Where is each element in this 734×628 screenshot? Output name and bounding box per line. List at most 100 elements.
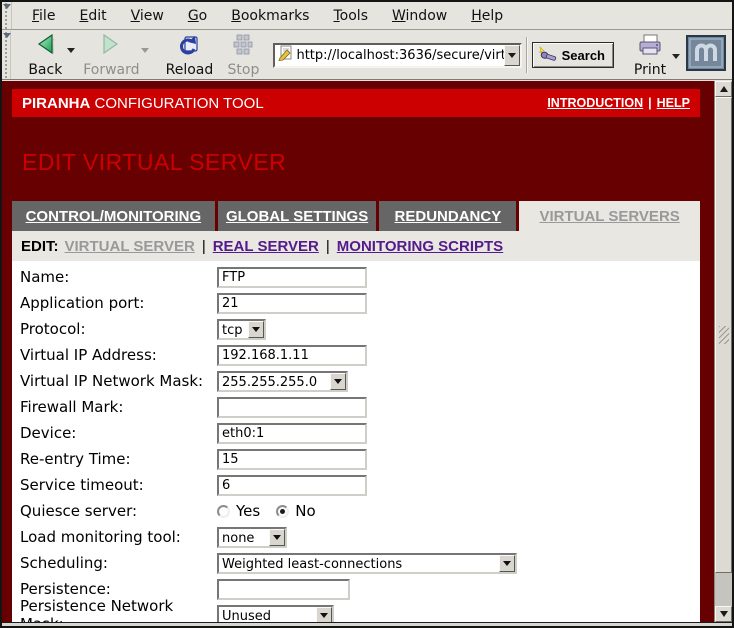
menu-bar: File Edit View Go Bookmarks Tools Window… (2, 2, 732, 30)
protocol-label: Protocol: (20, 320, 217, 338)
toolbar-grippy[interactable] (2, 31, 11, 79)
reentry-time-label: Re-entry Time: (20, 450, 217, 468)
quiesce-no-label: No (295, 502, 315, 520)
persistence-label: Persistence: (20, 580, 217, 598)
piranha-page: PIRANHA CONFIGURATION TOOL INTRODUCTION |… (2, 81, 714, 622)
page-title: EDIT VIRTUAL SERVER (22, 149, 700, 176)
subnav-real-server[interactable]: REAL SERVER (213, 238, 319, 255)
form-row: Scheduling: Weighted least-connections (20, 550, 700, 576)
form-row: Load monitoring tool: none (20, 524, 700, 550)
window-bottom-frame (2, 622, 732, 626)
url-bar (273, 43, 521, 68)
menu-help[interactable]: Help (459, 4, 515, 28)
persistence-mask-select[interactable]: Unused (217, 605, 334, 623)
device-label: Device: (20, 424, 217, 442)
print-button[interactable]: Print (628, 31, 672, 79)
scheduling-label: Scheduling: (20, 554, 217, 572)
protocol-select[interactable]: tcp (217, 319, 266, 340)
mozilla-logo[interactable] (686, 35, 726, 75)
quiesce-yes-label: Yes (236, 502, 260, 520)
forward-label: Forward (83, 62, 139, 78)
virtual-ip-mask-label: Virtual IP Network Mask: (20, 372, 217, 390)
scroll-down-icon[interactable] (715, 606, 732, 622)
reload-button[interactable]: Reload (163, 31, 215, 79)
menu-view[interactable]: View (119, 4, 176, 28)
flashlight-icon (538, 45, 558, 66)
scheduling-select[interactable]: Weighted least-connections (217, 553, 517, 574)
menu-window[interactable]: Window (380, 4, 459, 28)
menu-edit[interactable]: Edit (67, 4, 118, 28)
form-row: Firewall Mark: (20, 394, 700, 420)
print-dropdown-icon[interactable] (672, 54, 680, 59)
printer-icon (637, 33, 663, 61)
device-input[interactable] (217, 423, 367, 444)
edit-subnav: EDIT: VIRTUAL SERVER | REAL SERVER | MON… (12, 231, 700, 261)
forward-history-dropdown-icon[interactable] (141, 48, 149, 53)
form-row: Application port: (20, 290, 700, 316)
name-input[interactable] (217, 267, 367, 288)
reentry-time-input[interactable] (217, 449, 367, 470)
introduction-link[interactable]: INTRODUCTION (547, 96, 643, 110)
firewall-mark-input[interactable] (217, 397, 367, 418)
virtual-ip-label: Virtual IP Address: (20, 346, 217, 364)
scrollbar-thumb[interactable] (715, 97, 732, 573)
vertical-scrollbar[interactable] (714, 81, 732, 622)
tab-virtual-servers[interactable]: VIRTUAL SERVERS (519, 201, 700, 231)
stop-button[interactable]: Stop (221, 31, 265, 79)
select-arrow-icon[interactable] (330, 373, 346, 390)
toolbar-grippy[interactable] (2, 2, 12, 29)
select-arrow-icon[interactable] (269, 529, 285, 546)
application-port-label: Application port: (20, 294, 217, 312)
virtual-ip-mask-select[interactable]: 255.255.255.0 (217, 371, 348, 392)
quiesce-radio-group: Yes No (217, 502, 326, 520)
form-row: Name: (20, 264, 700, 290)
bookmark-page-icon[interactable] (278, 45, 294, 65)
app-title-bold: PIRANHA (22, 95, 90, 112)
service-timeout-input[interactable] (217, 475, 367, 496)
back-button[interactable]: Back (23, 31, 67, 79)
reload-icon (177, 33, 201, 61)
back-history-dropdown-icon[interactable] (67, 48, 75, 53)
subnav-virtual-server[interactable]: VIRTUAL SERVER (65, 238, 195, 255)
back-icon (33, 33, 57, 61)
scroll-up-icon[interactable] (715, 81, 732, 97)
select-arrow-icon[interactable] (316, 607, 332, 623)
menu-tools[interactable]: Tools (321, 4, 380, 28)
forward-button[interactable]: Forward (81, 31, 141, 79)
menu-bookmarks[interactable]: Bookmarks (219, 4, 321, 28)
menu-go[interactable]: Go (176, 4, 219, 28)
service-timeout-label: Service timeout: (20, 476, 217, 494)
form-row: Virtual IP Network Mask: 255.255.255.0 (20, 368, 700, 394)
persistence-input[interactable] (217, 579, 350, 600)
url-dropdown-icon[interactable] (504, 45, 520, 66)
tab-global-settings[interactable]: GLOBAL SETTINGS (218, 201, 377, 231)
virtual-ip-input[interactable] (217, 345, 367, 366)
menu-file[interactable]: File (20, 4, 67, 28)
toolbar-separator (526, 37, 528, 73)
stop-label: Stop (228, 62, 260, 78)
name-label: Name: (20, 268, 217, 286)
url-input[interactable] (296, 48, 503, 63)
navigation-toolbar: Back Forward Reload (2, 31, 732, 80)
help-link[interactable]: HELP (657, 96, 690, 110)
application-port-input[interactable] (217, 293, 367, 314)
quiesce-no-radio[interactable] (276, 505, 289, 518)
back-label: Back (28, 62, 62, 78)
search-label: Search (562, 48, 605, 63)
print-label: Print (634, 62, 666, 78)
reload-label: Reload (166, 62, 214, 78)
form-row: Device: (20, 420, 700, 446)
tab-redundancy[interactable]: REDUNDANCY (379, 201, 516, 231)
select-arrow-icon[interactable] (248, 321, 264, 338)
quiesce-yes-radio[interactable] (217, 505, 230, 518)
select-arrow-icon[interactable] (499, 555, 515, 572)
stop-icon (231, 33, 255, 61)
app-title: PIRANHA CONFIGURATION TOOL (22, 95, 264, 112)
browser-viewport: PIRANHA CONFIGURATION TOOL INTRODUCTION |… (2, 81, 732, 622)
load-monitoring-select[interactable]: none (217, 527, 287, 548)
subnav-monitoring-scripts[interactable]: MONITORING SCRIPTS (337, 238, 503, 255)
form-row: Protocol: tcp (20, 316, 700, 342)
header-link-separator: | (648, 96, 652, 110)
search-button[interactable]: Search (532, 42, 614, 68)
tab-control-monitoring[interactable]: CONTROL/MONITORING (12, 201, 215, 231)
